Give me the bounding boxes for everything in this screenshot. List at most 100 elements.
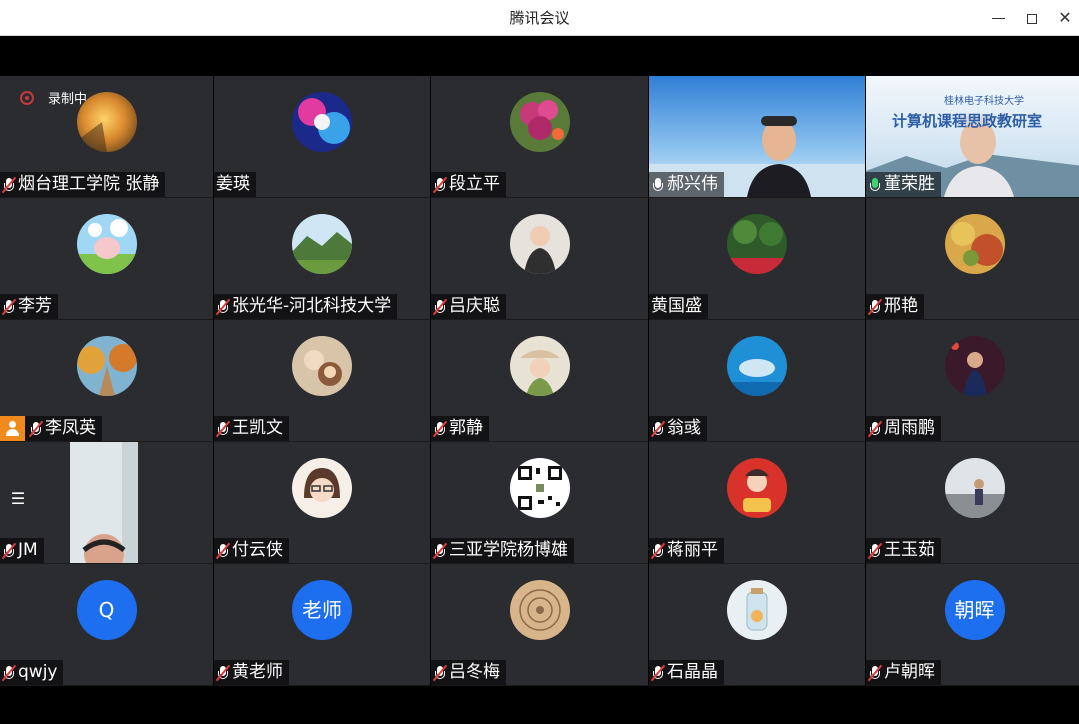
avatar: [509, 580, 570, 640]
participant-name: 周雨鹏: [884, 418, 935, 438]
avatar: [292, 458, 352, 518]
participant-tile[interactable]: 黄国盛: [649, 198, 865, 320]
participant-nameplate: qwjy: [0, 660, 64, 685]
participant-tile[interactable]: 王玉茹: [866, 442, 1079, 564]
participant-tile[interactable]: Q qwjy: [0, 564, 213, 686]
avatar: [292, 214, 352, 274]
participant-tile[interactable]: 郭静: [431, 320, 648, 442]
list-view-button[interactable]: ☰: [0, 486, 36, 512]
mic-muted-icon: [432, 420, 448, 438]
participant-name: qwjy: [18, 662, 58, 682]
participant-tile[interactable]: 李凤英: [0, 320, 213, 442]
participant-name: JM: [18, 540, 38, 560]
participant-name: 王玉茹: [884, 540, 935, 560]
participant-tile[interactable]: 三亚学院杨博雄: [431, 442, 648, 564]
video-feed: [70, 442, 138, 563]
participant-tile[interactable]: 老师 黄老师: [214, 564, 430, 686]
mic-icon: [651, 176, 665, 194]
avatar: [944, 214, 1005, 274]
mic-muted-icon: [650, 420, 666, 438]
participant-tile-video[interactable]: 郝兴伟: [649, 76, 865, 198]
participant-name: 黄老师: [232, 662, 283, 682]
participant-tile[interactable]: 张光华-河北科技大学: [214, 198, 430, 320]
participant-nameplate: 翁彧: [649, 416, 707, 441]
participant-tile[interactable]: 录制中 烟台理工学院 张静: [0, 76, 213, 198]
participant-name: 张光华-河北科技大学: [232, 296, 392, 316]
participant-tile[interactable]: 李芳: [0, 198, 213, 320]
mic-muted-icon: [1, 664, 17, 682]
mic-speaking-icon: [868, 176, 882, 194]
participant-name: 姜瑛: [216, 174, 250, 194]
participant-nameplate: 姜瑛: [214, 172, 256, 197]
participant-name: 郝兴伟: [667, 174, 718, 194]
participant-grid: 录制中 烟台理工学院 张静 姜瑛 段立平 郝兴伟 桂林电子科技大学 计算机课程思…: [0, 76, 1079, 686]
banner-title: 计算机课程思政教研室: [892, 112, 1043, 130]
participant-tile[interactable]: 石晶晶: [649, 564, 865, 686]
participant-nameplate: 吕冬梅: [431, 660, 506, 685]
participant-tile[interactable]: 吕冬梅: [431, 564, 648, 686]
participant-name: 黄国盛: [651, 296, 702, 316]
participant-nameplate: 李凤英: [0, 416, 102, 441]
avatar: [727, 214, 787, 274]
avatar: [76, 336, 137, 396]
participant-nameplate: 吕庆聪: [431, 294, 506, 319]
participant-tile[interactable]: 付云侠: [214, 442, 430, 564]
avatar: 老师: [292, 580, 352, 640]
participant-tile[interactable]: 邢艳: [866, 198, 1079, 320]
participant-tile[interactable]: 段立平: [431, 76, 648, 198]
participant-tile-video[interactable]: 桂林电子科技大学 计算机课程思政教研室 董荣胜: [866, 76, 1079, 198]
mic-muted-icon: [432, 664, 448, 682]
avatar: 朝晖: [944, 580, 1005, 640]
participant-nameplate: 郝兴伟: [649, 172, 724, 197]
avatar: [944, 458, 1005, 518]
avatar: [292, 336, 352, 396]
participant-nameplate: 黄老师: [214, 660, 289, 685]
window-title: 腾讯会议: [509, 9, 570, 27]
mic-muted-icon: [867, 664, 883, 682]
participant-tile[interactable]: 王凯文: [214, 320, 430, 442]
participant-name: 烟台理工学院 张静: [18, 174, 160, 194]
participant-name: 郭静: [449, 418, 483, 438]
mic-muted-icon: [215, 420, 231, 438]
participant-name: 三亚学院杨博雄: [449, 540, 568, 560]
participant-nameplate: 石晶晶: [649, 660, 724, 685]
participant-nameplate: 郭静: [431, 416, 489, 441]
close-icon: ✕: [1058, 8, 1072, 27]
mic-muted-icon: [215, 542, 231, 560]
participant-tile[interactable]: 翁彧: [649, 320, 865, 442]
participant-nameplate: JM: [0, 538, 44, 563]
mic-muted-icon: [215, 664, 231, 682]
maximize-icon: [1027, 13, 1037, 24]
banner-school: 桂林电子科技大学: [944, 96, 1024, 107]
avatar: [727, 580, 787, 640]
avatar: [727, 458, 787, 518]
mic-muted-icon: [432, 298, 448, 316]
participant-tile[interactable]: 吕庆聪: [431, 198, 648, 320]
mic-muted-icon: [650, 542, 666, 560]
participant-nameplate: 段立平: [431, 172, 506, 197]
window-titlebar: 腾讯会议 ✕: [0, 0, 1079, 36]
participant-nameplate: 董荣胜: [866, 172, 941, 197]
participant-nameplate: 李芳: [0, 294, 58, 319]
participant-nameplate: 王凯文: [214, 416, 289, 441]
close-button[interactable]: ✕: [1048, 0, 1079, 36]
participant-name: 吕庆聪: [449, 296, 500, 316]
minimize-button[interactable]: [981, 0, 1015, 36]
participant-name: 付云侠: [232, 540, 283, 560]
mic-muted-icon: [1, 176, 17, 194]
participant-tile[interactable]: 朝晖 卢朝晖: [866, 564, 1079, 686]
participant-tile[interactable]: 蒋丽平: [649, 442, 865, 564]
participant-name: 卢朝晖: [884, 662, 935, 682]
mic-muted-icon: [1, 298, 17, 316]
participant-name: 石晶晶: [667, 662, 718, 682]
participant-tile[interactable]: 姜瑛: [214, 76, 430, 198]
maximize-button[interactable]: [1015, 0, 1049, 36]
participant-tile[interactable]: 周雨鹏: [866, 320, 1079, 442]
participant-name: 段立平: [449, 174, 500, 194]
mic-muted-icon: [650, 664, 666, 682]
mic-muted-icon: [1, 542, 17, 560]
host-person-icon: [0, 416, 25, 441]
participant-name: 翁彧: [667, 418, 701, 438]
mic-muted-icon: [215, 298, 231, 316]
recording-label: 录制中: [48, 92, 88, 107]
